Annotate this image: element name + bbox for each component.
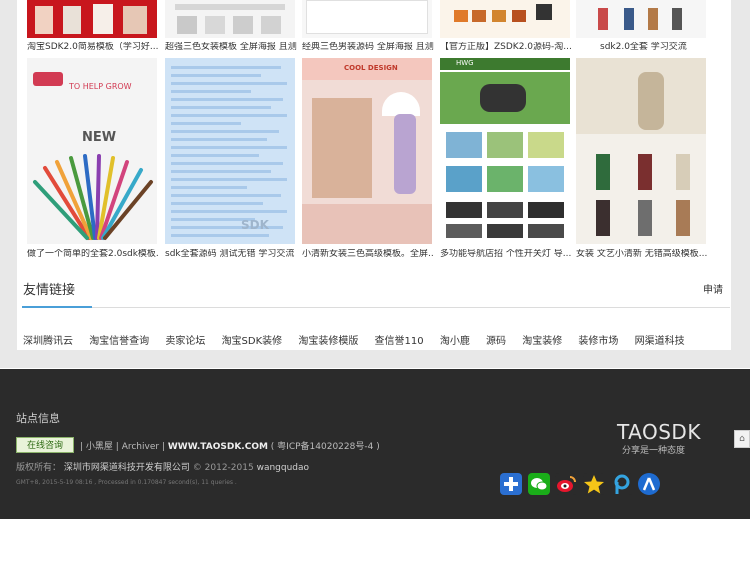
friend-link[interactable]: 网渠道科技 — [635, 336, 685, 347]
friend-links-list: 深圳腾讯云 淘宝信誉查询 卖家论坛 淘宝SDK装修 淘宝装修模版 查信誉110 … — [23, 332, 698, 347]
friend-link[interactable]: 源码 — [486, 336, 506, 347]
sina-weibo-icon[interactable] — [555, 473, 577, 495]
brand-slogan: 分享是一种态度 — [622, 446, 686, 456]
online-consult-button[interactable]: 在线咨询 — [16, 437, 74, 453]
product-caption[interactable]: 超强三色女装模板 全屏海报 且测... — [165, 42, 297, 53]
product-thumb-2[interactable] — [165, 0, 295, 38]
divider — [22, 307, 730, 308]
friend-link[interactable]: 装修市场 — [578, 336, 618, 347]
footer-links: | 小黑屋 | Archiver | WWW.TAOSDK.COM ( 粤ICP… — [80, 442, 380, 452]
product-thumb-8[interactable]: COOL DESIGN — [302, 58, 432, 244]
code-lines-graphic — [171, 66, 287, 237]
wechat-icon[interactable] — [528, 473, 550, 495]
footer-link-archiver[interactable]: Archiver — [122, 442, 159, 452]
divider-accent — [22, 306, 92, 308]
friend-links-title: 友情链接 — [23, 283, 76, 298]
copyright-prefix: 版权所有： — [16, 463, 62, 473]
watermark: SDK — [241, 218, 269, 232]
product-thumb-6[interactable]: TO HELP GROW NEW — [27, 58, 157, 244]
pengyou-icon[interactable] — [611, 473, 633, 495]
copyright-years: © 2012-2015 — [192, 463, 254, 473]
product-thumb-3[interactable] — [302, 0, 432, 38]
gmt-line: GMT+8, 2015-5-19 08:16 , Processed in 0.… — [16, 479, 237, 486]
banner-text: HWG — [456, 59, 474, 67]
product-caption[interactable]: 女装 文艺小清新 无错高级模板... — [576, 249, 708, 260]
brand-logo: TAOSDK — [617, 420, 701, 444]
renren-icon[interactable] — [638, 473, 660, 495]
banner-text: COOL DESIGN — [344, 64, 398, 72]
qzone-icon[interactable] — [583, 473, 605, 495]
product-thumb-4[interactable] — [440, 0, 570, 38]
friend-link[interactable]: 查信誉110 — [375, 336, 424, 347]
product-caption[interactable]: sdk全套源码 测试无错 学习交流 — [165, 249, 297, 260]
product-thumb-9[interactable]: HWG — [440, 58, 570, 244]
author-link[interactable]: wangqudao — [257, 463, 309, 473]
product-thumb-10[interactable] — [576, 58, 706, 244]
copyright: 版权所有： 深圳市网渠道科技开发有限公司 © 2012-2015 wangqud… — [16, 460, 309, 473]
friend-link[interactable]: 淘小鹿 — [440, 336, 470, 347]
product-thumb-7[interactable]: SDK — [165, 58, 295, 244]
product-caption[interactable]: 经典三色男装源码 全屏海报 且测... — [302, 42, 434, 53]
product-thumb-5[interactable] — [576, 0, 706, 38]
pencils-graphic — [33, 154, 153, 240]
product-caption[interactable]: sdk2.0全套 学习交流 — [600, 42, 732, 53]
product-caption[interactable]: 小清新女装三色高级模板。全屏... — [302, 249, 434, 260]
friend-link[interactable]: 淘宝信誉查询 — [89, 336, 149, 347]
friend-link[interactable]: 卖家论坛 — [165, 336, 205, 347]
icp-number[interactable]: 粤ICP备14020228号-4 — [277, 442, 373, 452]
plus-share-icon[interactable] — [500, 473, 522, 495]
footer-link-blackroom[interactable]: 小黑屋 — [86, 442, 113, 452]
product-caption[interactable]: 【官方正版】ZSDK2.0源码-淘... — [440, 42, 572, 53]
company-link[interactable]: 深圳市网渠道科技开发有限公司 — [64, 463, 190, 473]
friend-link[interactable]: 淘宝装修 — [522, 336, 562, 347]
side-tab[interactable]: ⌂ — [734, 430, 750, 448]
apply-link[interactable]: 申请 — [703, 281, 723, 296]
footer-link-site[interactable]: WWW.TAOSDK.COM — [168, 442, 268, 452]
site-info-title: 站点信息 — [16, 412, 60, 425]
friend-link[interactable]: 淘宝装修模版 — [298, 336, 358, 347]
product-caption[interactable]: 淘宝SDK2.0简易模板（学习好... — [27, 42, 159, 53]
product-thumb-1[interactable] — [27, 0, 157, 38]
product-caption[interactable]: 多功能导航店招 个性开关灯 导... — [440, 249, 572, 260]
friend-link[interactable]: 淘宝SDK装修 — [222, 336, 283, 347]
friend-link[interactable]: 深圳腾讯云 — [23, 336, 73, 347]
product-caption[interactable]: 做了一个简单的全套2.0sdk模板... — [27, 249, 159, 260]
